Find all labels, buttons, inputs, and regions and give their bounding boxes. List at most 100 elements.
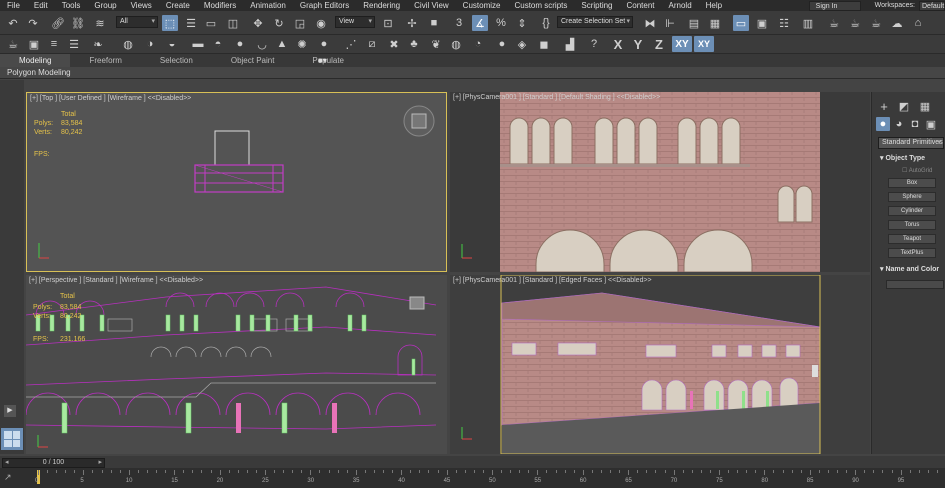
ribbon-toggle-icon[interactable]: ▭ [733, 15, 749, 31]
render-in-cloud-icon[interactable]: ☁︎ [889, 15, 905, 31]
teapot-button[interactable]: Teapot [888, 234, 936, 244]
viewport-layout-icon[interactable] [1, 428, 23, 450]
menu-create[interactable]: Create [159, 1, 197, 10]
a360-gallery-icon[interactable]: ⌂ [910, 15, 926, 31]
material-palette-icon[interactable]: ◈ [514, 36, 530, 52]
named-selection-dropdown[interactable]: Create Selection Set [557, 16, 633, 28]
spinner-snap-icon[interactable]: ⇕ [514, 15, 530, 31]
menu-modifiers[interactable]: Modifiers [197, 1, 243, 10]
time-slider[interactable]: ◂ 0 / 100 ▸ [2, 458, 105, 468]
menu-graph-editors[interactable]: Graph Editors [293, 1, 356, 10]
snaps-toggle-icon[interactable]: 3 [451, 15, 467, 31]
axis-xy-button[interactable]: XY [672, 36, 692, 52]
name-color-rollout[interactable]: ▾ Name and Color [880, 265, 939, 273]
workspace-dropdown[interactable]: Default [919, 0, 945, 11]
menu-tools[interactable]: Tools [55, 1, 88, 10]
layer-explorer-icon[interactable]: ▦ [707, 15, 723, 31]
sphere-half-icon[interactable]: ◑ [142, 36, 158, 52]
menu-animation[interactable]: Animation [243, 1, 293, 10]
slider-prev-icon[interactable]: ◂ [5, 459, 9, 467]
autogrid-checkbox[interactable]: ☐ AutoGrid [902, 167, 932, 174]
menu-content[interactable]: Content [620, 1, 662, 10]
menu-file[interactable]: File [0, 1, 27, 10]
primitive-type-dropdown[interactable]: Standard Primitives [878, 137, 944, 149]
window-crossing-icon[interactable]: ◫ [225, 15, 241, 31]
menu-views[interactable]: Views [124, 1, 159, 10]
textplus-button[interactable]: TextPlus [888, 248, 936, 258]
create-tab-icon[interactable]: + [876, 98, 892, 114]
globe-icon[interactable]: ◍ [120, 36, 136, 52]
menu-edit[interactable]: Edit [27, 1, 55, 10]
dome-icon[interactable]: ◓ [210, 36, 226, 52]
angle-snap-icon[interactable]: ∡ [472, 15, 488, 31]
viewport-top[interactable]: [+] [Top ] [User Defined ] [Wireframe ] … [26, 92, 447, 272]
curve-editor-icon[interactable]: ▣ [754, 15, 770, 31]
select-by-name-icon[interactable]: ☰ [183, 15, 199, 31]
torus-button[interactable]: Torus [888, 220, 936, 230]
box-button[interactable]: Box [888, 178, 936, 188]
teapot-icon[interactable]: ☕︎ [5, 36, 21, 52]
cylinder-button[interactable]: Cylinder [888, 206, 936, 216]
render-setup-icon[interactable]: ☕︎ [826, 15, 842, 31]
rectangular-selection-icon[interactable]: ▭ [203, 15, 219, 31]
mirror-icon[interactable]: ⧓ [642, 15, 658, 31]
menu-help[interactable]: Help [699, 1, 729, 10]
shape-icon[interactable]: ◔ [470, 36, 486, 52]
lights-icon[interactable]: ◘ [908, 117, 922, 131]
list-detail-icon[interactable]: ☰ [66, 36, 82, 52]
grid-snap-icon[interactable]: ⋰ [343, 36, 359, 52]
menu-group[interactable]: Group [87, 1, 123, 10]
align-icon[interactable]: ⊩ [662, 15, 678, 31]
viewport-perspective[interactable]: [+] [Perspective ] [Standard ] [Wirefram… [26, 275, 447, 454]
help-icon[interactable]: ? [586, 36, 602, 52]
object-type-rollout[interactable]: ▾ Object Type [880, 154, 925, 162]
hierarchy-tab-icon[interactable]: ▦ [917, 98, 933, 114]
render-sphere-icon[interactable]: ● [494, 36, 510, 52]
render-frame-icon[interactable]: ◼ [536, 36, 552, 52]
mini-curve-editor-icon[interactable]: ↗ [4, 472, 12, 483]
bowl-icon[interactable]: ◡ [254, 36, 270, 52]
box-primitive-icon[interactable]: ▬ [190, 36, 206, 52]
viewport-camera-bottom-label[interactable]: [+] [PhysCamera001 ] [Standard ] [Edged … [453, 277, 652, 284]
sphere-icon[interactable]: ● [232, 36, 248, 52]
viewport-perspective-label[interactable]: [+] [Perspective ] [Standard ] [Wirefram… [29, 277, 203, 284]
sign-in-dropdown[interactable]: Sign In [808, 0, 861, 11]
ribbon-tab-modeling[interactable]: Modeling [0, 54, 71, 67]
menu-scripting[interactable]: Scripting [574, 1, 619, 10]
redo-icon[interactable]: ↷ [25, 15, 41, 31]
wire-icon[interactable]: ❧ [90, 36, 106, 52]
pivot-center-icon[interactable]: ⊡ [380, 15, 396, 31]
ribbon-tab-freeform[interactable]: Freeform [70, 54, 140, 67]
place-icon[interactable]: ◉ [313, 15, 329, 31]
capsule-icon[interactable]: ◒ [164, 36, 180, 52]
axis-xy-cycle-button[interactable]: XY [694, 36, 714, 52]
shapes-icon[interactable]: ◕ [892, 117, 906, 131]
tools-icon[interactable]: ✖ [386, 36, 402, 52]
percent-snap-icon[interactable]: % [493, 15, 509, 31]
ribbon-tab-populate[interactable]: Populate [293, 54, 363, 67]
render-production-icon[interactable]: ☕︎ [868, 15, 884, 31]
yellow-sphere-icon[interactable]: ● [316, 36, 332, 52]
track-bar[interactable] [0, 468, 945, 488]
viewport-camera-top-label[interactable]: [+] [PhysCamera001 ] [Standard ] [Defaul… [453, 94, 660, 101]
select-manipulate-icon[interactable]: ✢ [404, 15, 420, 31]
cone-icon[interactable]: ▲ [274, 36, 290, 52]
plant-icon[interactable]: ♣ [406, 36, 422, 52]
selection-filter-dropdown[interactable]: All [116, 16, 158, 28]
edit-named-selection-icon[interactable]: {} [538, 15, 554, 31]
axis-x-button[interactable]: X [610, 36, 626, 52]
ribbon-tab-object-paint[interactable]: Object Paint [212, 54, 294, 67]
axis-y-button[interactable]: Y [630, 36, 646, 52]
viewport-camera-top[interactable]: [+] [PhysCamera001 ] [Standard ] [Defaul… [450, 92, 870, 272]
cameras-icon[interactable]: ▣ [924, 117, 938, 131]
sun-icon[interactable]: ✺ [294, 36, 310, 52]
select-rotate-icon[interactable]: ↻ [271, 15, 287, 31]
menu-arnold[interactable]: Arnold [662, 1, 699, 10]
modifier-icon[interactable]: ▣ [26, 36, 42, 52]
bind-space-warp-icon[interactable]: ≋ [92, 15, 108, 31]
ribbon-options-icon[interactable]: ■▾ [318, 56, 327, 65]
select-scale-icon[interactable]: ◲ [292, 15, 308, 31]
axis-z-button[interactable]: Z [651, 36, 667, 52]
list-icon[interactable]: ≡ [46, 36, 62, 52]
select-object-icon[interactable]: ⬚ [162, 15, 178, 31]
